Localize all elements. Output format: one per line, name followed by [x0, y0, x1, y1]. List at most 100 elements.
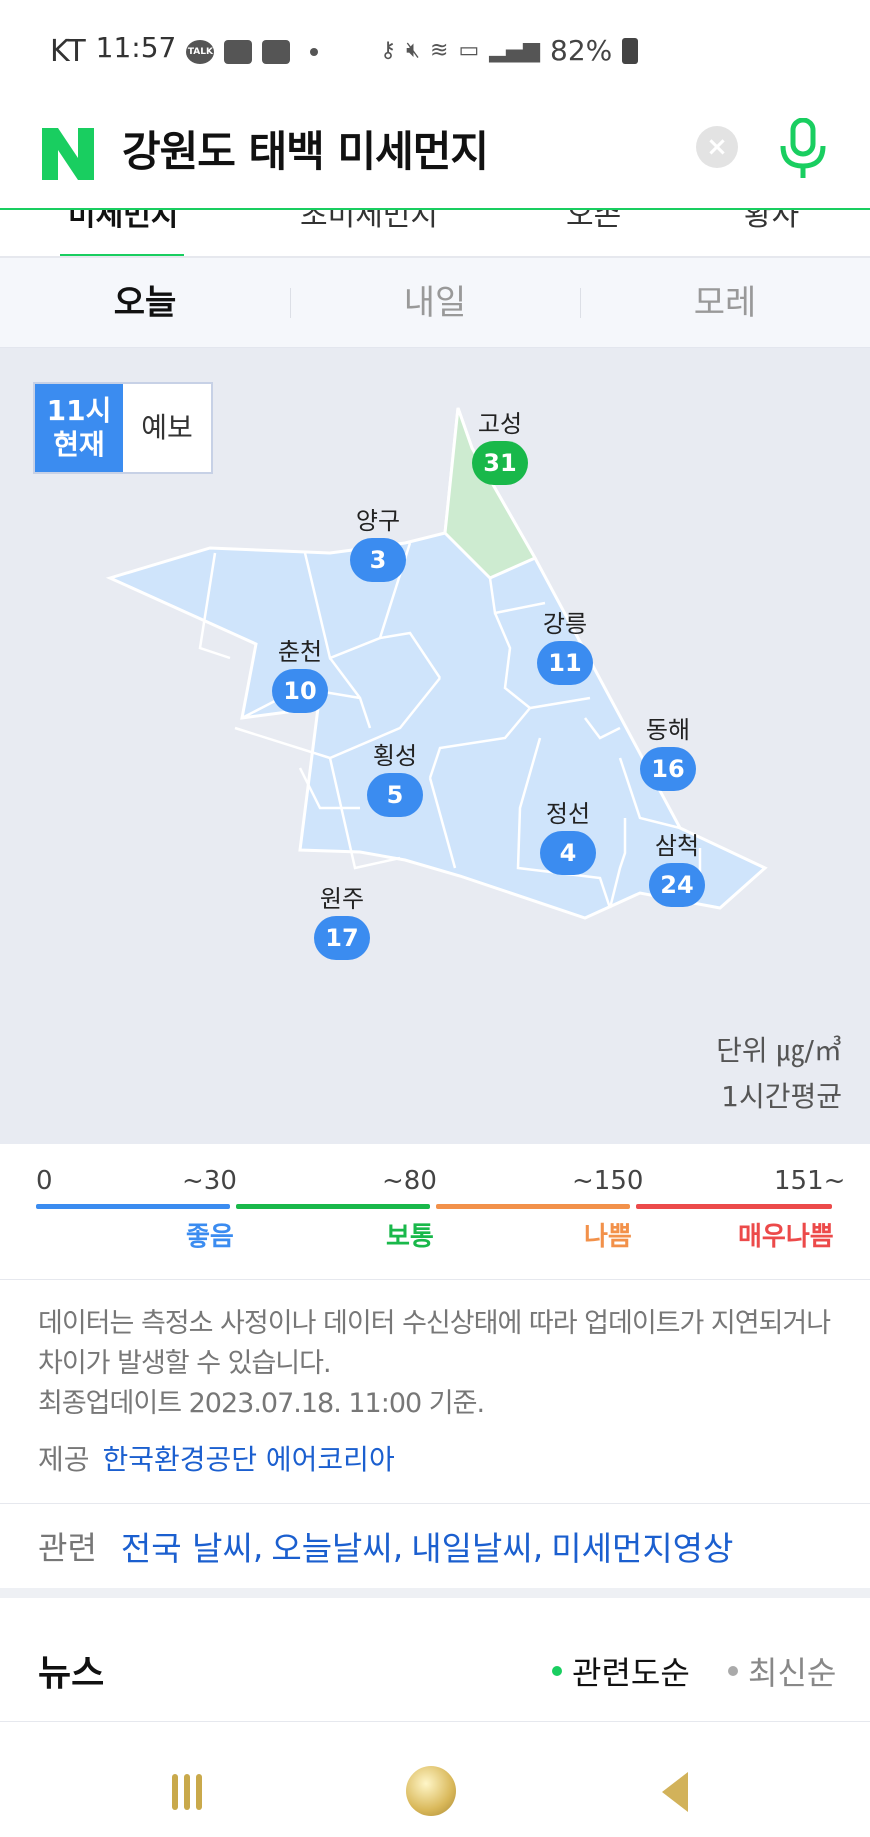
dust-map: 고성 31 양구 3 강릉 11 춘천 10 동해 16 횡성 5 정선 4 삼척 24 원주 17 11시 현재 … [0, 348, 870, 1144]
region-marker[interactable]: 양구 3 [338, 506, 418, 582]
more-notifications-icon [310, 47, 319, 56]
tab-yellow-dust[interactable]: 황사 [744, 210, 799, 234]
region-marker[interactable]: 횡성 5 [355, 741, 435, 817]
region-name: 원주 [319, 885, 365, 913]
scale-bar-normal [236, 1204, 430, 1209]
recents-bar-icon [172, 1774, 178, 1810]
scale-label-normal: 보통 [386, 1222, 434, 1252]
region-name: 삼척 [654, 832, 700, 860]
tab-today[interactable]: 오늘 [0, 258, 290, 347]
unit-text: 단위 ㎍/㎥ [716, 1034, 842, 1067]
home-button[interactable] [406, 1766, 456, 1816]
region-value-badge: 31 [472, 441, 528, 485]
region-marker[interactable]: 삼척 24 [637, 831, 717, 907]
region-name: 정선 [545, 800, 591, 828]
back-button[interactable] [662, 1772, 688, 1812]
region-name: 양구 [355, 507, 401, 535]
scale-start: 0 [36, 1166, 53, 1196]
clock: 11:57 [95, 31, 177, 64]
data-provider: 제공 한국환경공단 에어코리아 [38, 1438, 832, 1478]
hd-voice-icon: ▭ [458, 38, 480, 63]
news-title: 뉴스 [38, 1653, 105, 1694]
sort-latest-label: 최신순 [748, 1654, 837, 1692]
region-value-badge: 3 [350, 538, 406, 582]
separator: , [532, 1526, 544, 1566]
related-link-tomorrow-weather[interactable]: 내일날씨 [411, 1522, 532, 1570]
android-nav-bar [0, 1722, 870, 1837]
region-marker[interactable]: 강릉 11 [525, 609, 605, 685]
notice-line-2: 차이가 발생할 수 있습니다. [38, 1348, 332, 1379]
current-time-button[interactable]: 11시 현재 [35, 384, 123, 472]
related-link-dust-video[interactable]: 미세먼지영상 [551, 1522, 733, 1570]
search-header: 강원도 태백 미세먼지 × [0, 100, 870, 210]
last-updated: 최종업데이트 2023.07.18. 11:00 기준. [38, 1388, 485, 1419]
region-value-badge: 10 [272, 669, 328, 713]
scale-bar-good [36, 1204, 230, 1209]
region-marker[interactable]: 동해 16 [628, 715, 708, 791]
status-right: ⚷ 🔇︎ ≋ ▭ ▂▄▆ 82% [380, 34, 639, 67]
scale-limit-normal: ~80 [382, 1166, 437, 1196]
wifi-icon: ≋ [430, 38, 449, 63]
search-input[interactable]: 강원도 태백 미세먼지 [122, 120, 489, 184]
tab-day-after-tomorrow[interactable]: 모레 [580, 258, 870, 347]
tab-ultrafine-dust[interactable]: 초미세먼지 [300, 210, 438, 234]
news-section: 뉴스 관련도순 최신순 [0, 1618, 870, 1722]
current-time-label: 11시 현재 [46, 394, 112, 461]
region-marker[interactable]: 정선 4 [528, 799, 608, 875]
unit-label: 단위 ㎍/㎥ 1시간평균 [716, 1028, 842, 1120]
scale-label-good: 좋음 [186, 1222, 234, 1252]
scale-limit-good: ~30 [182, 1166, 237, 1196]
day-tabs: 오늘 내일 모레 [0, 258, 870, 348]
sort-latest-button[interactable]: 최신순 [728, 1648, 836, 1694]
selected-dot-icon [552, 1666, 562, 1676]
recents-bar-icon [184, 1774, 190, 1810]
related-label: 관련 [38, 1529, 97, 1567]
region-value-badge: 17 [314, 916, 370, 960]
provider-link[interactable]: 한국환경공단 에어코리아 [102, 1443, 394, 1476]
scale-label-bad: 나쁨 [584, 1222, 632, 1252]
data-notice: 데이터는 측정소 사정이나 데이터 수신상태에 따라 업데이트가 지연되거나 차… [0, 1280, 870, 1504]
signal-icon: ▂▄▆ [489, 38, 540, 63]
scale-label-very-bad: 매우나쁨 [738, 1222, 834, 1252]
sort-relevance-button[interactable]: 관련도순 [552, 1648, 690, 1694]
kakaotalk-icon: TALK [186, 39, 215, 64]
time-toggle: 11시 현재 예보 [33, 382, 213, 474]
recent-apps-button[interactable] [172, 1774, 202, 1810]
status-bar: KT 11:57 TALK ⚷ 🔇︎ ≋ ▭ ▂▄▆ 82% [0, 0, 870, 100]
region-value-badge: 16 [640, 747, 696, 791]
mail-icon [224, 39, 253, 64]
clear-search-button[interactable]: × [696, 126, 738, 168]
region-name: 횡성 [372, 742, 418, 770]
provider-label: 제공 [38, 1443, 90, 1476]
related-link-national-weather[interactable]: 전국 날씨 [121, 1522, 253, 1570]
mute-icon: 🔇︎ [406, 38, 420, 63]
region-marker[interactable]: 고성 31 [460, 409, 540, 485]
region-value-badge: 24 [649, 863, 705, 907]
microphone-icon[interactable] [778, 118, 828, 180]
battery-percent: 82% [550, 34, 613, 67]
battery-icon [622, 37, 639, 64]
tab-tomorrow[interactable]: 내일 [290, 258, 580, 347]
region-value-badge: 4 [540, 831, 596, 875]
region-name: 고성 [477, 410, 523, 438]
scale-bar-bad [436, 1204, 630, 1209]
forecast-button[interactable]: 예보 [123, 384, 211, 472]
status-left: KT 11:57 TALK [50, 31, 319, 69]
vpn-key-icon: ⚷ [380, 38, 397, 63]
scale-bar-very-bad [636, 1204, 832, 1209]
naver-logo-icon[interactable] [42, 128, 94, 180]
tab-ozone[interactable]: 오존 [566, 210, 621, 234]
region-name: 춘천 [277, 638, 323, 666]
separator: , [252, 1526, 264, 1566]
region-marker[interactable]: 원주 17 [302, 884, 382, 960]
pollutant-tab-strip: 미세먼지 초미세먼지 오존 황사 [0, 210, 870, 258]
sort-relevance-label: 관련도순 [572, 1654, 690, 1692]
region-name: 동해 [645, 716, 691, 744]
region-marker[interactable]: 춘천 10 [260, 637, 340, 713]
related-links: 관련 전국 날씨, 오늘날씨, 내일날씨, 미세먼지영상 [0, 1504, 870, 1598]
related-link-today-weather[interactable]: 오늘날씨 [271, 1522, 392, 1570]
tab-fine-dust[interactable]: 미세먼지 [68, 210, 178, 234]
scale-limit-bad: ~150 [572, 1166, 644, 1196]
region-name: 강릉 [542, 610, 588, 638]
recents-bar-icon [196, 1774, 202, 1810]
